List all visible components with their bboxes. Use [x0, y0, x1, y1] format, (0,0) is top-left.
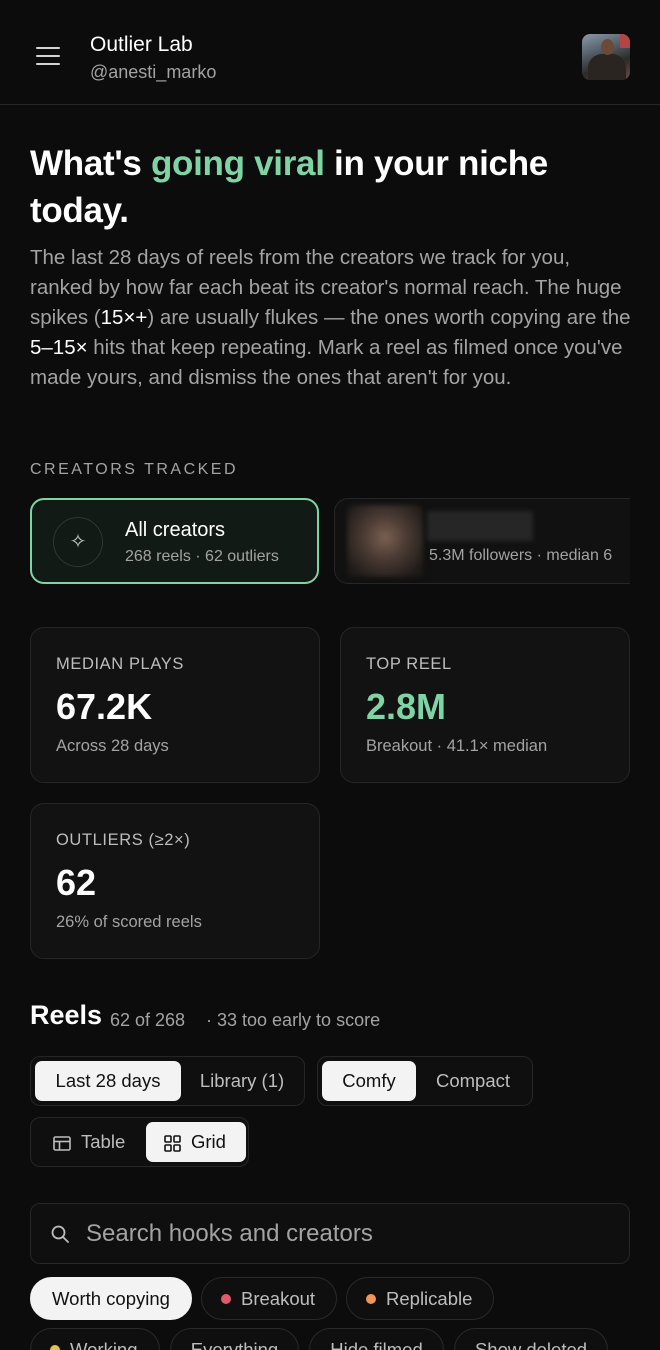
- stat-top-reel[interactable]: TOP REEL 2.8M Breakout · 41.1× median: [340, 627, 630, 783]
- creator-meta: 268 reels · 62 outliers: [125, 548, 279, 565]
- hamburger-icon[interactable]: [36, 46, 60, 66]
- stat-value: 67.2K: [56, 686, 153, 727]
- reels-title: Reels: [30, 1000, 103, 1030]
- creator-name-redacted: [427, 511, 533, 541]
- tab-last-28-days[interactable]: Last 28 days: [35, 1061, 181, 1101]
- filter-working[interactable]: Working: [30, 1328, 160, 1350]
- avatar[interactable]: [582, 34, 630, 80]
- tab-table[interactable]: Table: [35, 1122, 143, 1162]
- app-title: Outlier Lab: [90, 33, 193, 56]
- stat-value: 2.8M: [366, 686, 447, 727]
- stat-value: 62: [56, 862, 97, 903]
- filter-replicable[interactable]: Replicable: [346, 1277, 494, 1320]
- creator-thumbnail: [347, 505, 423, 577]
- table-icon: [53, 1135, 71, 1151]
- stat-outliers: OUTLIERS (≥2×) 62 26% of scored reels: [30, 803, 320, 959]
- creator-name: All creators: [125, 519, 226, 541]
- creator-card[interactable]: 5.3M followers · median 6: [334, 498, 630, 584]
- working-dot-icon: [50, 1345, 60, 1350]
- filter-worth-copying[interactable]: Worth copying: [30, 1277, 192, 1320]
- filter-breakout[interactable]: Breakout: [201, 1277, 337, 1320]
- tab-grid[interactable]: Grid: [146, 1122, 246, 1162]
- headline-accent: going viral: [150, 144, 325, 183]
- page-headline: What's going viral in your niche today.: [30, 144, 548, 230]
- sparkle-icon: ✧: [53, 517, 103, 567]
- search-input[interactable]: [86, 1216, 606, 1252]
- search-icon: [51, 1225, 69, 1243]
- stat-median-plays: MEDIAN PLAYS 67.2K Across 28 days: [30, 627, 320, 783]
- username: @anesti_marko: [90, 62, 217, 82]
- top-bar: Outlier Lab @anesti_marko: [0, 0, 660, 105]
- stat-label: TOP REEL: [366, 655, 452, 673]
- intro-paragraph: The last 28 days of reels from the creat…: [30, 246, 631, 389]
- stat-sub: Across 28 days: [56, 737, 169, 755]
- creators-section-label: CREATORS TRACKED: [30, 461, 239, 478]
- reels-count: 62 of 268: [110, 1010, 186, 1030]
- stat-label: OUTLIERS (≥2×): [56, 831, 191, 849]
- tab-comfy[interactable]: Comfy: [322, 1061, 416, 1101]
- breakout-dot-icon: [221, 1294, 231, 1305]
- range-toggle: Last 28 days Library (1): [30, 1056, 305, 1106]
- grid-icon: [164, 1134, 181, 1152]
- filter-show-deleted[interactable]: Show deleted: [454, 1328, 608, 1350]
- filter-hide-filmed[interactable]: Hide filmed: [309, 1328, 444, 1350]
- creator-meta: 5.3M followers · median 6: [429, 547, 613, 564]
- stat-sub: Breakout · 41.1× median: [366, 737, 548, 755]
- tab-library[interactable]: Library (1): [184, 1061, 300, 1101]
- search-box: [30, 1203, 630, 1264]
- stat-sub: 26% of scored reels: [56, 913, 202, 931]
- density-toggle: Comfy Compact: [317, 1056, 533, 1106]
- stat-label: MEDIAN PLAYS: [56, 655, 184, 673]
- view-toggle: Table Grid: [30, 1117, 249, 1167]
- replicable-dot-icon: [366, 1294, 376, 1305]
- filter-everything[interactable]: Everything: [170, 1328, 299, 1350]
- tab-compact[interactable]: Compact: [419, 1061, 527, 1101]
- reels-early-note: · 33 too early to score: [206, 1010, 381, 1030]
- creator-card-all[interactable]: ✧ All creators 268 reels · 62 outliers: [30, 498, 319, 584]
